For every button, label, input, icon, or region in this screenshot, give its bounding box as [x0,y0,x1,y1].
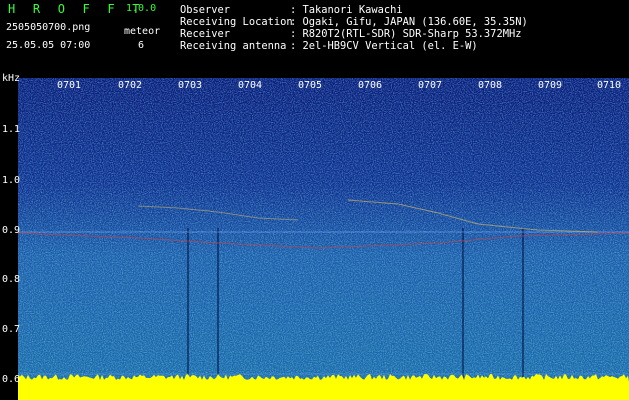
app-version: 1.0.0 [126,3,157,14]
x-tick-label: 0703 [178,80,203,91]
baseline-band [18,382,629,400]
y-tick-label: 1.0 [2,175,21,186]
meteor-label: meteor [124,26,161,37]
file-name: 2505050700.png [6,22,91,33]
x-tick-label: 0709 [538,80,563,91]
y-tick-label: 0.7 [2,324,21,335]
x-tick-label: 0708 [478,80,503,91]
x-tick-label: 0701 [57,80,82,91]
info-value-observer: : Takanori Kawachi [290,4,403,16]
info-value-receiver: : R820T2(RTL-SDR) SDR-Sharp 53.372MHz [290,28,522,40]
x-tick-label: 0705 [298,80,323,91]
app-name: H R O F F T [8,2,145,16]
y-tick-label: 0.9 [2,225,21,236]
timestamp: 25.05.05 07:00 [6,40,91,51]
y-tick-label: 0.6 [2,374,21,385]
x-tick-label: 0710 [597,80,622,91]
info-key-antenna: Receiving antenna [180,40,287,52]
x-tick-label: 0704 [238,80,263,91]
meteor-count: 6 [138,40,145,51]
info-value-antenna: : 2el-HB9CV Vertical (el. E-W) [290,40,478,52]
y-tick-label: 1.1 [2,124,21,135]
info-key-observer: Observer [180,4,231,16]
y-axis-unit: kHz [2,73,21,84]
x-tick-label: 0702 [118,80,143,91]
spectrogram [18,78,629,400]
info-key-receiver: Receiver [180,28,231,40]
x-tick-label: 0706 [358,80,383,91]
x-tick-label: 0707 [418,80,443,91]
info-key-location: Receiving Location [180,16,293,28]
info-value-location: : Ogaki, Gifu, JAPAN (136.60E, 35.35N) [290,16,528,28]
y-tick-label: 0.8 [2,274,21,285]
